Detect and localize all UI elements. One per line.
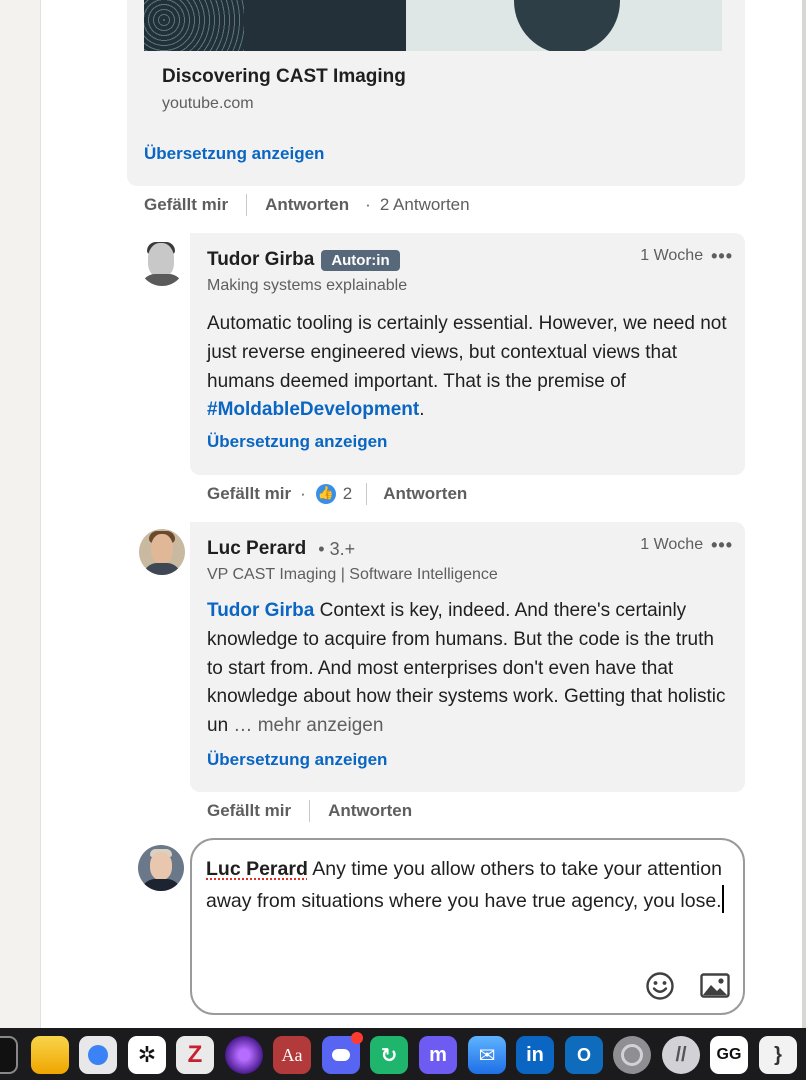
reply-button[interactable]: Antworten xyxy=(328,801,412,821)
divider xyxy=(366,483,368,505)
avatar-face xyxy=(150,852,172,880)
composer-input[interactable]: Luc Perard Any time you allow others to … xyxy=(206,854,726,916)
comment-meta: 1 Woche ••• xyxy=(640,536,733,554)
chatgpt-icon[interactable]: ✲ xyxy=(128,1036,166,1074)
thumbnail-graphic xyxy=(406,0,722,51)
avatar-shoulders xyxy=(141,879,181,891)
finder-icon[interactable] xyxy=(0,1036,18,1074)
comment-text: Automatic tooling is certainly essential… xyxy=(207,310,727,425)
mastodon-icon[interactable]: m xyxy=(419,1036,457,1074)
commenter-name: Luc Perard • 3.+ xyxy=(207,538,355,560)
like-button[interactable]: Gefällt mir xyxy=(207,801,291,821)
separator-dot: · xyxy=(365,195,371,214)
scrollbar-track[interactable] xyxy=(802,0,806,1028)
show-translation-link[interactable]: Übersetzung anzeigen xyxy=(144,144,324,164)
commenter-name-link[interactable]: Luc Perard xyxy=(207,538,306,560)
composer-mention[interactable]: Luc Perard xyxy=(206,858,308,880)
safari-compass xyxy=(88,1045,108,1065)
mail-icon[interactable]: ✉ xyxy=(468,1036,506,1074)
linkedin-icon[interactable]: in xyxy=(516,1036,554,1074)
more-options-icon[interactable]: ••• xyxy=(711,247,733,265)
text-cursor xyxy=(721,884,724,913)
thumbnail-pattern xyxy=(144,0,244,51)
mention-link[interactable]: Tudor Girba xyxy=(207,600,314,621)
discord-glyph xyxy=(332,1049,350,1061)
link-preview-domain: youtube.com xyxy=(162,95,254,112)
gear-glyph xyxy=(621,1044,643,1066)
reply-button[interactable]: Antworten xyxy=(383,484,467,504)
parent-comment-bubble: Discovering CAST Imaging youtube.com Übe… xyxy=(127,0,745,186)
author-badge: Autor:in xyxy=(321,249,400,271)
separator-dot: · xyxy=(300,484,306,503)
discord-icon[interactable] xyxy=(322,1032,363,1074)
reply-composer[interactable]: Luc Perard Any time you allow others to … xyxy=(190,838,745,1015)
comment-meta: 1 Woche ••• xyxy=(640,247,733,265)
thumbnail-lens xyxy=(514,0,620,51)
safari-icon[interactable] xyxy=(79,1036,117,1074)
tor-icon[interactable] xyxy=(225,1036,263,1074)
zotero-icon[interactable]: Z xyxy=(176,1036,214,1074)
comment-timestamp: 1 Woche xyxy=(640,247,704,264)
macos-dock: ✲ Z Aa ↻ m ✉ in O // GG } xyxy=(0,1028,806,1080)
divider xyxy=(309,800,311,822)
parent-comment-actions: Gefällt mir Antworten · 2 Antworten xyxy=(144,194,470,216)
divider xyxy=(246,194,248,216)
reply-button[interactable]: Antworten xyxy=(265,195,349,215)
notes-icon[interactable] xyxy=(31,1036,69,1074)
elytra-icon[interactable]: ↻ xyxy=(370,1036,408,1074)
hashtag-link[interactable]: #MoldableDevelopment xyxy=(207,399,419,420)
outlook-icon[interactable]: O xyxy=(565,1036,603,1074)
ggg-icon[interactable]: GG xyxy=(710,1036,748,1074)
reeder-icon[interactable]: // xyxy=(662,1036,700,1074)
reaction-count[interactable]: 2 xyxy=(343,484,352,504)
show-translation-link[interactable]: Übersetzung anzeigen xyxy=(207,750,387,770)
avatar[interactable] xyxy=(139,529,185,575)
commenter-name: Tudor Girba Autor:in xyxy=(207,249,400,271)
comment-body-end: . xyxy=(419,399,425,421)
avatar-shoulders xyxy=(143,563,181,575)
reply-bubble: Tudor Girba Autor:in Making systems expl… xyxy=(190,233,745,475)
like-reaction-icon[interactable] xyxy=(315,484,336,504)
comment-body: Automatic tooling is certainly essential… xyxy=(207,313,727,392)
notification-badge xyxy=(351,1032,363,1044)
commenter-headline: VP CAST Imaging | Software Intelligence xyxy=(207,566,498,583)
dictionary-icon[interactable]: Aa xyxy=(273,1036,311,1074)
emoji-icon[interactable] xyxy=(644,970,676,1002)
current-user-avatar xyxy=(138,845,184,891)
reply-actions: Gefällt mir Antworten xyxy=(207,800,412,822)
avatar[interactable] xyxy=(139,240,185,286)
replies-count-link[interactable]: 2 Antworten xyxy=(380,195,470,215)
reply-bubble: Luc Perard • 3.+ VP CAST Imaging | Softw… xyxy=(190,522,745,792)
connection-degree: • 3.+ xyxy=(318,538,356,559)
commenter-headline: Making systems explainable xyxy=(207,277,408,294)
settings-icon[interactable] xyxy=(613,1036,651,1074)
avatar-face xyxy=(151,534,173,564)
reply-actions: Gefällt mir · 2 Antworten xyxy=(207,483,467,505)
see-more-link[interactable]: … mehr anzeigen xyxy=(233,715,383,736)
show-translation-link[interactable]: Übersetzung anzeigen xyxy=(207,432,387,452)
link-preview-title[interactable]: Discovering CAST Imaging xyxy=(162,66,406,88)
more-options-icon[interactable]: ••• xyxy=(711,536,733,554)
comment-timestamp: 1 Woche xyxy=(640,536,704,553)
link-preview-thumbnail[interactable] xyxy=(144,0,722,51)
commenter-name-link[interactable]: Tudor Girba xyxy=(207,249,314,271)
avatar-face xyxy=(148,243,174,277)
image-icon[interactable] xyxy=(700,972,730,1000)
like-button[interactable]: Gefällt mir xyxy=(207,484,291,504)
avatar-shoulders xyxy=(141,274,183,286)
comment-text: Tudor Girba Context is key, indeed. And … xyxy=(207,597,727,741)
pdf-icon[interactable]: } xyxy=(759,1036,797,1074)
like-button[interactable]: Gefällt mir xyxy=(144,195,228,215)
